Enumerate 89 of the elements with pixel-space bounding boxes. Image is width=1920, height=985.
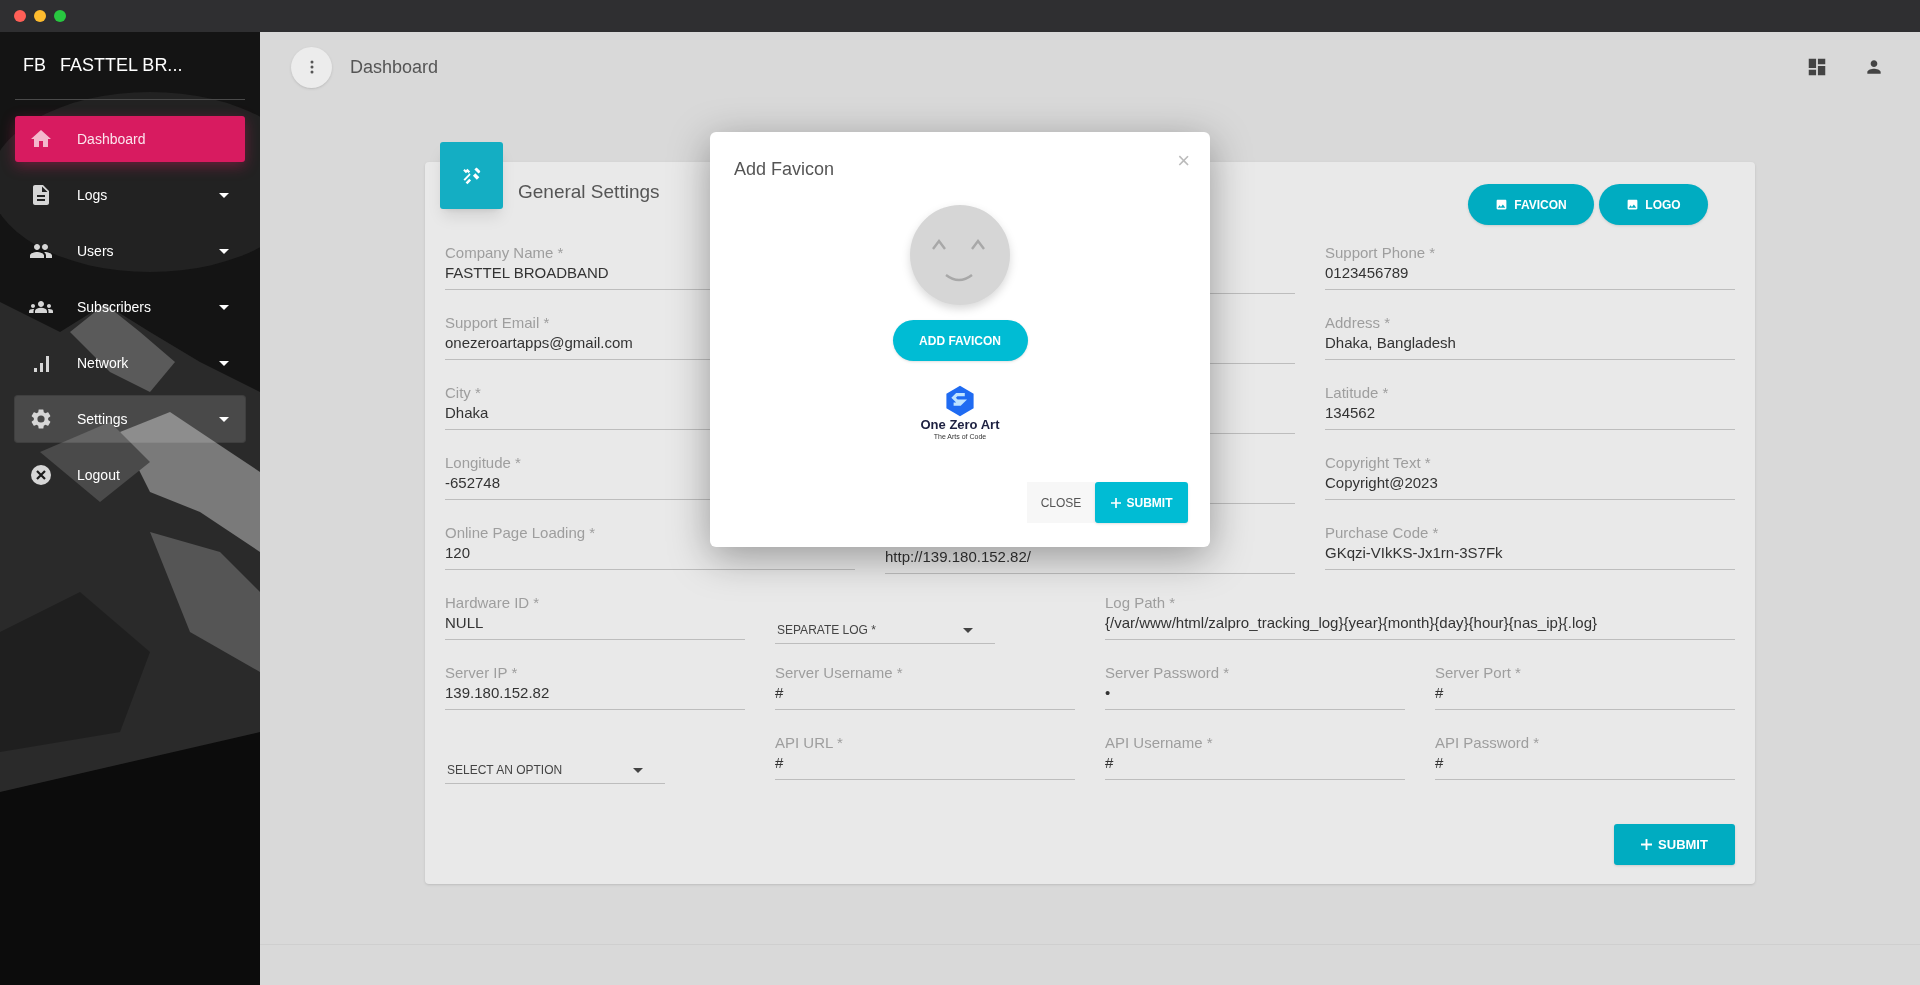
more-vertical-icon [309, 60, 314, 74]
text-field[interactable]: Purchase Code * GKqzi-VIkKS-Jx1rn-3S7Fk [1325, 524, 1735, 570]
field-value: NULL [445, 613, 485, 633]
field-label: API URL * [775, 734, 844, 752]
sidebar-item[interactable]: Logout [15, 452, 245, 498]
sidebar-item[interactable]: Network [15, 340, 245, 386]
modal-title: Add Favicon [734, 158, 835, 181]
sidebar-item[interactable]: Dashboard [15, 116, 245, 162]
text-field[interactable]: Server Password * • [1105, 664, 1405, 710]
hexagon-logo-icon [944, 385, 976, 417]
text-field[interactable]: Server IP * 139.180.152.82 [445, 664, 745, 710]
sidebar-item[interactable]: Subscribers [15, 284, 245, 330]
field-label: Hardware ID * [445, 594, 541, 612]
caret-icon [633, 767, 643, 773]
field-value: Copyright@2023 [1325, 473, 1439, 493]
text-field[interactable]: API Password * # [1435, 734, 1735, 780]
smiley-placeholder-icon [910, 205, 1010, 305]
image-icon [1626, 198, 1640, 211]
brand-name: FASTTEL BR... [60, 54, 183, 77]
close-text-button[interactable]: CLOSE [1027, 482, 1095, 523]
field-value: -652748 [445, 473, 502, 493]
field-value: 120 [445, 543, 472, 563]
caret-icon [963, 627, 973, 633]
field-value: 139.180.152.82 [445, 683, 551, 703]
text-field[interactable]: Support Phone * 0123456789 [1325, 244, 1735, 290]
field-label: Server Password * [1105, 664, 1231, 682]
field-value: • [1105, 683, 1112, 703]
field-value: {/var/www/html/zalpro_tracking_log}{year}{month}{day}{hour}{nas_ip}{.log} [1105, 613, 1599, 633]
sidebar-item[interactable]: Logs [15, 172, 245, 218]
field-label: Purchase Code * [1325, 524, 1440, 542]
field-value: GKqzi-VIkKS-Jx1rn-3S7Fk [1325, 543, 1504, 563]
field-label: Support Phone * [1325, 244, 1437, 262]
maximize-window-icon[interactable] [54, 10, 66, 22]
field-label: Copyright Text * [1325, 454, 1432, 472]
field-label: Log Path * [1105, 594, 1177, 612]
field-value: Dhaka [445, 403, 490, 423]
field-value: # [1105, 753, 1115, 773]
field-label: Latitude * [1325, 384, 1390, 402]
field-value: Dhaka, Bangladesh [1325, 333, 1457, 353]
field-label: Longitude * [445, 454, 522, 472]
text-field[interactable]: Server Port * # [1435, 664, 1735, 710]
caret-icon [219, 416, 229, 422]
text-field[interactable]: Server Username * # [775, 664, 1075, 710]
field-label: API Password * [1435, 734, 1541, 752]
text-field[interactable]: API Username * # [1105, 734, 1405, 780]
field-value: 134562 [1325, 403, 1377, 423]
minimize-window-icon[interactable] [34, 10, 46, 22]
caret-icon [219, 248, 229, 254]
field-value: # [1435, 753, 1445, 773]
field-label: Server Username * [775, 664, 904, 682]
brand-initials: FB [23, 54, 46, 77]
select-dropdown[interactable]: SEPARATE LOG * [775, 622, 995, 644]
dashboard-icon[interactable] [1806, 56, 1828, 78]
field-value: http://139.180.152.82/ [885, 547, 1032, 567]
close-circle-icon [29, 463, 53, 487]
gear-icon [29, 407, 53, 431]
field-value: # [1435, 683, 1445, 703]
field-label: Support Email * [445, 314, 551, 332]
field-label: API Username * [1105, 734, 1214, 752]
select-dropdown[interactable]: SELECT AN OPTION [445, 762, 665, 784]
caret-icon [219, 360, 229, 366]
field-label: Server IP * [445, 664, 519, 682]
close-window-icon[interactable] [14, 10, 26, 22]
card-title: General Settings [518, 180, 660, 204]
text-field[interactable]: Hardware ID * NULL [445, 594, 745, 640]
field-label: Address * [1325, 314, 1392, 332]
field-value: 0123456789 [1325, 263, 1410, 283]
plus-icon [1110, 497, 1121, 508]
text-field[interactable]: Copyright Text * Copyright@2023 [1325, 454, 1735, 500]
field-value: FASTTEL BROADBAND [445, 263, 610, 283]
text-field[interactable]: Log Path * {/var/www/html/zalpro_tracking_log}{year}{month}{day}{hour}{nas_ip}{.log} [1105, 594, 1735, 640]
text-field[interactable]: Latitude * 134562 [1325, 384, 1735, 430]
field-label: Online Page Loading * [445, 524, 597, 542]
field-value: # [775, 753, 785, 773]
field-label: City * [445, 384, 482, 402]
field-label: Company Name * [445, 244, 565, 262]
caret-icon [219, 192, 229, 198]
sidebar-item[interactable]: Users [15, 228, 245, 274]
text-field[interactable]: API URL * # [775, 734, 1075, 780]
caret-icon [219, 304, 229, 310]
text-field[interactable]: Address * Dhaka, Bangladesh [1325, 314, 1735, 360]
image-icon [1495, 198, 1509, 211]
sidebar-item[interactable]: Settings [15, 396, 245, 442]
plus-icon [1641, 839, 1653, 850]
logo-name: One Zero Art [920, 417, 1000, 432]
field-value: onezeroartapps@gmail.com [445, 333, 634, 353]
field-label: Server Port * [1435, 664, 1522, 682]
field-value: # [775, 683, 785, 703]
page-title: Dashboard [350, 55, 439, 79]
